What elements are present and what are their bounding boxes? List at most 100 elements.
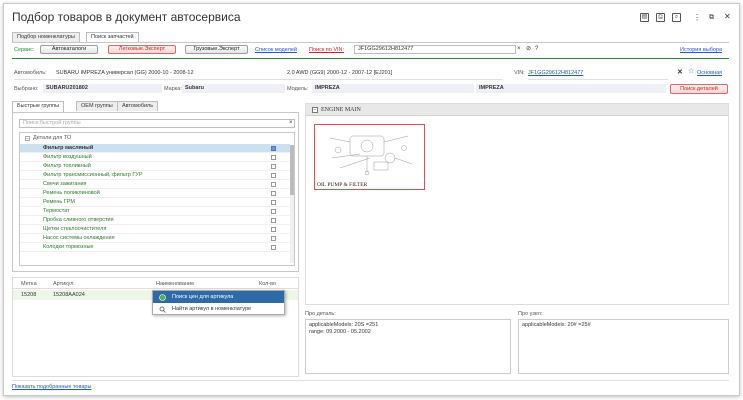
price-search-icon xyxy=(159,294,166,301)
quick-group-search-input[interactable]: Поиск быстрой группы xyxy=(19,119,295,128)
tree-item[interactable]: Насос системы охлаждения xyxy=(20,234,290,243)
tree-item[interactable]: Свечи зажигания xyxy=(20,180,290,189)
auto-value: SUBARU IMPREZA универсал (GG) 2000-10 - … xyxy=(56,70,194,76)
menu-item-label: Найти артикул в номенклатуре xyxy=(172,306,252,312)
context-menu: Поиск цен для артикула Найти артикул в н… xyxy=(152,290,285,315)
vin-input[interactable]: JF1GG29612H812477 xyxy=(354,45,516,54)
tree-item-label: Фильтр трансмиссионный, фильтр ГУР xyxy=(43,172,143,178)
tree-item-checkbox[interactable] xyxy=(271,146,276,151)
tree-item-checkbox[interactable] xyxy=(271,155,276,160)
auto-label: Автомобиль: xyxy=(14,70,47,76)
tree-item-label: Фильтр топливный xyxy=(43,163,91,169)
menu-item-price-search[interactable]: Поиск цен для артикула xyxy=(153,291,284,303)
footer-divider xyxy=(12,380,729,381)
tree-item-label: Щетки стеклоочистителя xyxy=(43,226,107,232)
tree-item-label: Фильтр воздушный xyxy=(43,154,92,160)
quick-groups-panel: Поиск быстрой группы × − Детали для ТО Ф… xyxy=(12,112,299,272)
autocatalogs-button[interactable]: Автокаталоги xyxy=(40,45,98,54)
history-link[interactable]: История выбора xyxy=(680,46,722,54)
tree-item-checkbox[interactable] xyxy=(271,236,276,241)
auto-underline xyxy=(14,79,502,80)
tree-item-label: Ремень ГРМ xyxy=(43,199,75,205)
help-icon[interactable]: ? xyxy=(535,46,538,53)
menu-item-label: Поиск цен для артикула xyxy=(172,294,234,300)
col-qty[interactable]: Кол-во xyxy=(259,280,276,288)
tree-item[interactable]: Ремень ГРМ xyxy=(20,198,290,207)
menu-item-find-article[interactable]: Найти артикул в номенклатуре xyxy=(153,303,284,315)
tab-nomenclature[interactable]: Подбор номенклатуры xyxy=(12,32,80,42)
col-name[interactable]: Наименование xyxy=(156,280,194,288)
section-collapse-icon[interactable]: − xyxy=(312,107,318,113)
collapse-icon[interactable]: − xyxy=(25,136,30,141)
tree-item-label: Термостат xyxy=(43,208,70,214)
link-icon[interactable]: ⊘ xyxy=(526,46,531,53)
tree-item-checkbox[interactable] xyxy=(271,164,276,169)
tree-item[interactable]: Фильтр трансмиссионный, фильтр ГУР xyxy=(20,171,290,180)
tree-item-checkbox[interactable] xyxy=(271,245,276,250)
chosen-label: Выбрано: xyxy=(14,86,39,92)
model-value-2: IMPREZA xyxy=(476,84,666,93)
part-info-label: Про деталь: xyxy=(305,311,336,317)
tab-divider xyxy=(12,42,729,43)
tree-item-checkbox[interactable] xyxy=(271,227,276,232)
tree-item-checkbox[interactable] xyxy=(271,182,276,187)
tree-scrollbar-thumb[interactable] xyxy=(290,145,294,195)
brand-label: Марка: xyxy=(164,86,182,92)
main-link[interactable]: Основная xyxy=(697,69,722,77)
clear-quick-search-icon[interactable]: × xyxy=(289,119,293,128)
tree-item-label: Свечи зажигания xyxy=(43,181,87,187)
model-value: IMPREZA xyxy=(312,84,474,93)
tree-item-checkbox[interactable] xyxy=(271,218,276,223)
clear-vin-icon[interactable]: × xyxy=(517,46,521,53)
tab-automobile[interactable]: Автомобиль xyxy=(117,101,159,111)
tree-item[interactable]: Фильтр воздушный xyxy=(20,153,290,162)
groups-tree: − Детали для ТО Фильтр масляный Фильтр во… xyxy=(19,132,295,266)
tree-item[interactable]: Пробка сливного отверстия xyxy=(20,216,290,225)
clear-car-icon[interactable]: ✕ xyxy=(677,69,683,77)
restore-icon[interactable]: ⧉ xyxy=(709,13,714,22)
print-icon[interactable]: ⎙ xyxy=(656,13,665,22)
search-parts-button[interactable]: Поиск деталей xyxy=(670,84,728,94)
tree-item[interactable]: Термостат xyxy=(20,207,290,216)
section-header[interactable]: − ENGINE MAIN xyxy=(306,104,728,116)
tree-scrollbar[interactable] xyxy=(290,145,294,263)
tree-item[interactable]: Ремень поликлиновой xyxy=(20,189,290,198)
vin-value-link[interactable]: JF1GG29612H812477 xyxy=(528,69,583,77)
tree-item[interactable]: Фильтр топливный xyxy=(20,162,290,171)
tree-item-checkbox[interactable] xyxy=(271,200,276,205)
node-info-label: Про узел: xyxy=(518,311,543,317)
truck-expert-button[interactable]: Грузовые.Эксперт xyxy=(185,45,248,54)
service-label: Сервис: xyxy=(14,47,35,53)
save-icon[interactable]: ▤ xyxy=(640,13,649,22)
tree-item[interactable]: Щетки стеклоочистителя xyxy=(20,225,290,234)
tree-item-checkbox[interactable] xyxy=(271,173,276,178)
star-icon[interactable]: ☆ xyxy=(688,68,694,76)
more-icon[interactable]: ⋮ xyxy=(693,13,701,22)
window-title: Подбор товаров в документ автосервиса xyxy=(12,10,241,24)
tree-items: Фильтр масляный Фильтр воздушный Фильтр то… xyxy=(20,144,290,252)
tree-item[interactable]: Колодки тормозные xyxy=(20,243,290,252)
light-expert-button[interactable]: Легковые.Эксперт xyxy=(108,45,176,54)
vin-search-link[interactable]: Поиск по VIN: xyxy=(309,46,344,54)
preview-icon[interactable]: ⌕ xyxy=(672,13,681,22)
show-selected-goods-link[interactable]: Показать подобранные товары xyxy=(12,383,91,391)
tab-quick-groups[interactable]: Быстрые группы xyxy=(12,101,65,112)
tree-item-label: Пробка сливного отверстия xyxy=(43,217,114,223)
close-icon[interactable]: ✕ xyxy=(724,12,731,21)
tree-group-label: Детали для ТО xyxy=(33,135,72,141)
diagram-panel: − ENGINE MAIN OIL PUMP & FILTER xyxy=(305,103,729,305)
node-info-box: applicableModels: 20# =25# xyxy=(518,319,729,374)
green-separator xyxy=(12,58,729,59)
col-article[interactable]: Артикул xyxy=(53,280,74,288)
engine-value: 2.0 AWD (GG9) 2000-12 - 2007-12 [EJ201] xyxy=(287,70,393,76)
models-list-link[interactable]: Список моделей xyxy=(255,46,297,54)
tab-oem-groups[interactable]: OEM группы xyxy=(76,101,118,111)
chosen-value: SUBARU201802 xyxy=(43,84,162,93)
diagram-card-caption: OIL PUMP & FILTER xyxy=(317,182,368,188)
tree-item[interactable]: Фильтр масляный xyxy=(20,144,290,153)
diagram-card[interactable]: OIL PUMP & FILTER xyxy=(314,124,425,190)
tree-item-checkbox[interactable] xyxy=(271,191,276,196)
tree-item-checkbox[interactable] xyxy=(271,209,276,214)
oil-pump-drawing-icon xyxy=(329,135,413,176)
col-mark[interactable]: Метка xyxy=(21,280,37,288)
